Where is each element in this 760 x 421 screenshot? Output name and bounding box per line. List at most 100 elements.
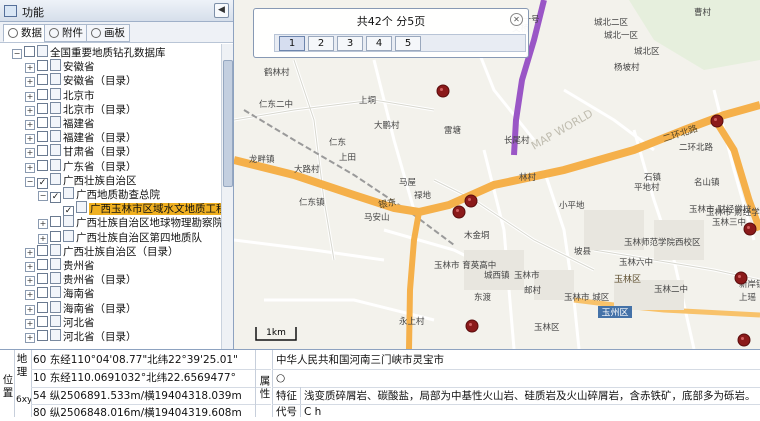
divider bbox=[272, 369, 760, 370]
tree-node[interactable]: − 全国重要地质钻孔数据库 bbox=[12, 45, 166, 59]
tree-node[interactable]: + 贵州省 bbox=[25, 258, 95, 272]
page-button-4[interactable]: 4 bbox=[366, 36, 392, 51]
expand-icon[interactable]: + bbox=[25, 262, 35, 272]
expand-icon[interactable]: + bbox=[25, 120, 35, 130]
tree-node[interactable]: + 安徽省 bbox=[25, 59, 95, 74]
expand-icon[interactable]: + bbox=[38, 233, 48, 244]
expand-icon[interactable]: + bbox=[25, 134, 35, 145]
tree-checkbox[interactable] bbox=[37, 145, 48, 157]
borehole-marker[interactable] bbox=[743, 222, 757, 236]
pager-summary: 共42个 分5页 bbox=[356, 15, 426, 28]
tree-node[interactable]: + 海南省（目录） bbox=[25, 300, 137, 315]
dataset-icon bbox=[50, 329, 61, 341]
coord-54-value: 纵2506891.533m/横19404318.039m bbox=[49, 390, 242, 402]
tree-node[interactable]: + 河北省（目录） bbox=[25, 329, 137, 343]
tree-checkbox[interactable] bbox=[37, 117, 48, 128]
tree-node[interactable]: − ✓ 广西壮族自治区 bbox=[25, 172, 137, 189]
expand-icon[interactable]: + bbox=[25, 91, 35, 102]
coord-54-prefix: 54 bbox=[33, 390, 47, 402]
expand-icon[interactable]: + bbox=[25, 148, 35, 159]
tree-checkbox[interactable] bbox=[37, 131, 48, 143]
tree-checkbox[interactable] bbox=[50, 216, 61, 228]
panel-tabs: o数据 o附件 o画板 bbox=[0, 22, 233, 43]
borehole-marker[interactable] bbox=[452, 205, 466, 219]
tree-node[interactable]: + 北京市（目录） bbox=[25, 101, 137, 116]
tree-node[interactable]: + 广西壮族自治区地球物理勘察院 bbox=[38, 215, 221, 230]
attachment-tab-icon: o bbox=[49, 28, 59, 38]
tree-node[interactable]: + 贵州省（目录） bbox=[25, 272, 137, 287]
code-value: C h bbox=[304, 406, 322, 418]
expand-icon[interactable]: + bbox=[25, 77, 35, 88]
tree-node[interactable]: + 广东省（目录） bbox=[25, 158, 137, 173]
borehole-marker[interactable] bbox=[734, 271, 748, 285]
tree-checkbox[interactable] bbox=[37, 244, 48, 256]
tree-node[interactable]: + 北京市 bbox=[25, 87, 95, 102]
yuzhou-district-label: 玉州区 bbox=[601, 308, 628, 319]
map-place-label: 仁东 bbox=[329, 137, 346, 148]
page-button-3[interactable]: 3 bbox=[337, 36, 363, 51]
expand-icon[interactable]: + bbox=[25, 63, 35, 74]
tree-node[interactable]: + 河北省 bbox=[25, 314, 95, 329]
tree-node[interactable]: + 安徽省（目录） bbox=[25, 73, 137, 88]
tree-checkbox[interactable] bbox=[37, 159, 48, 171]
dataset-icon bbox=[50, 130, 61, 143]
divider bbox=[272, 404, 760, 405]
expand-icon[interactable]: + bbox=[25, 318, 35, 329]
expand-icon[interactable]: + bbox=[38, 219, 48, 230]
tab-data-label: 数据 bbox=[21, 27, 42, 39]
tab-canvas[interactable]: o画板 bbox=[86, 24, 130, 42]
borehole-marker[interactable] bbox=[465, 319, 479, 333]
tree-node[interactable]: ✓ 广西玉林市区域水文地质工程 bbox=[51, 201, 221, 218]
tree-node[interactable]: + 广西壮族自治区（目录） bbox=[25, 243, 179, 258]
map-place-label: 石镇 bbox=[644, 172, 662, 183]
tree-checkbox[interactable] bbox=[37, 88, 48, 100]
expand-icon[interactable]: + bbox=[25, 290, 35, 301]
collapse-panel-button[interactable]: ◀ bbox=[214, 3, 229, 18]
pager-close-icon[interactable]: ✕ bbox=[510, 13, 523, 26]
tree-checkbox[interactable] bbox=[37, 315, 48, 327]
tree-scrollbar-thumb[interactable] bbox=[223, 60, 233, 187]
borehole-marker-highlight bbox=[741, 337, 744, 340]
tree-node[interactable]: + 海南省 bbox=[25, 286, 95, 301]
map-place-label: 城北区 bbox=[634, 47, 660, 57]
dataset-icon bbox=[76, 201, 87, 214]
borehole-marker[interactable] bbox=[737, 333, 751, 347]
tree-checkbox[interactable] bbox=[37, 273, 48, 285]
divider bbox=[31, 350, 32, 417]
tree-checkbox[interactable] bbox=[37, 330, 48, 341]
map-place-label: 仁东二中 bbox=[259, 99, 293, 110]
tree-checkbox[interactable] bbox=[37, 259, 48, 270]
tree-node[interactable]: + 福建省（目录） bbox=[25, 130, 137, 145]
expand-icon[interactable]: + bbox=[25, 304, 35, 315]
tree-checkbox[interactable] bbox=[37, 102, 48, 114]
tree-node[interactable]: + 甘肃省（目录） bbox=[25, 144, 137, 159]
feature-label: 特征 bbox=[276, 390, 297, 402]
dataset-icon bbox=[50, 272, 61, 285]
expand-icon[interactable]: + bbox=[25, 333, 35, 343]
tree-checkbox[interactable] bbox=[50, 230, 61, 242]
borehole-marker[interactable] bbox=[436, 84, 450, 98]
tree-checkbox[interactable] bbox=[37, 60, 48, 72]
tree-checkbox[interactable] bbox=[24, 46, 35, 57]
tree-checkbox[interactable] bbox=[37, 74, 48, 86]
collapse-icon[interactable]: − bbox=[12, 49, 22, 59]
tab-attachment[interactable]: o附件 bbox=[44, 24, 88, 42]
collapse-icon[interactable]: − bbox=[38, 191, 48, 201]
tree-checkbox[interactable] bbox=[37, 287, 48, 299]
tree-scrollbar[interactable] bbox=[221, 44, 233, 349]
collapse-icon[interactable]: − bbox=[25, 176, 35, 187]
tree-node[interactable]: + 福建省 bbox=[25, 116, 95, 130]
borehole-marker[interactable] bbox=[710, 114, 724, 128]
page-button-2[interactable]: 2 bbox=[308, 36, 334, 51]
page-button-1[interactable]: 1 bbox=[279, 36, 305, 51]
tree-node[interactable]: − ✓ 广西地质勘查总院 bbox=[38, 187, 160, 203]
expand-icon[interactable]: + bbox=[25, 105, 35, 116]
expand-icon[interactable]: + bbox=[25, 276, 35, 287]
tree-checkbox[interactable] bbox=[37, 301, 48, 313]
borehole-marker[interactable] bbox=[464, 194, 478, 208]
tab-data[interactable]: o数据 bbox=[3, 24, 47, 42]
expand-icon[interactable]: + bbox=[25, 247, 35, 258]
page-button-5[interactable]: 5 bbox=[395, 36, 421, 51]
tree-node[interactable]: + 广西壮族自治区第四地质队 bbox=[38, 229, 202, 244]
expand-icon[interactable]: + bbox=[25, 162, 35, 173]
